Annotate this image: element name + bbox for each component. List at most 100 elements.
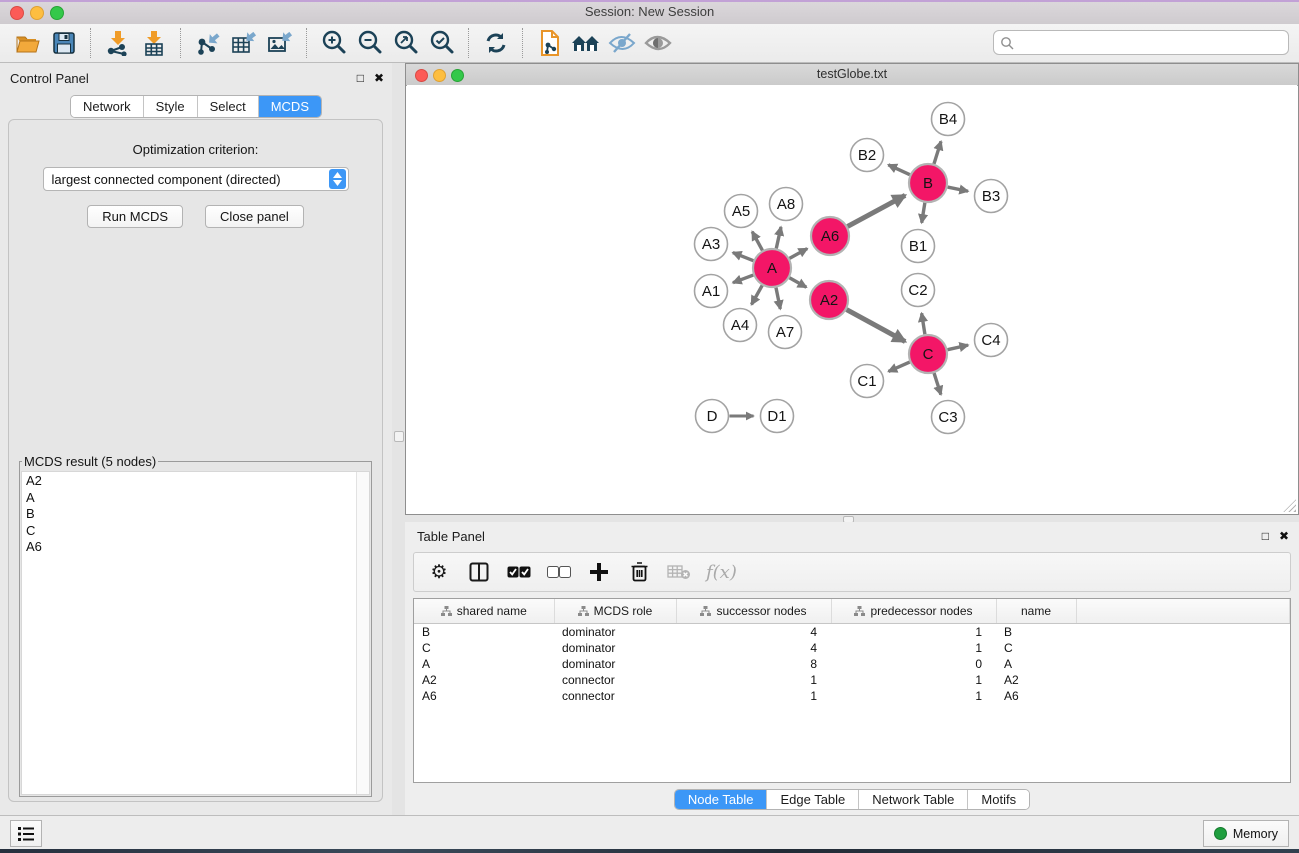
tab-network-table[interactable]: Network Table [859, 790, 968, 809]
refresh-layout-button[interactable] [478, 27, 514, 59]
import-table-button[interactable] [136, 27, 172, 59]
graph-node-B1[interactable]: B1 [902, 230, 935, 263]
graph-node-A3[interactable]: A3 [695, 228, 728, 261]
zoom-fit-button[interactable] [388, 27, 424, 59]
window-resize-grip[interactable] [1283, 499, 1296, 512]
graph-edge-A-A6[interactable] [790, 249, 808, 259]
graph-edge-A-A3[interactable] [733, 253, 754, 261]
optimization-criterion-select[interactable]: largest connected component (directed) [43, 167, 349, 191]
graph-node-D[interactable]: D [696, 400, 729, 433]
graph-node-A7[interactable]: A7 [769, 316, 802, 349]
tab-motifs[interactable]: Motifs [968, 790, 1029, 809]
import-network-button[interactable] [100, 27, 136, 59]
graph-edge-B-B3[interactable] [948, 187, 968, 191]
tab-network[interactable]: Network [71, 96, 144, 117]
network-canvas[interactable]: A5A8A6A3AA1A4A7A2B2BB4B3B1C2CC4C1C3DD1 [407, 85, 1297, 513]
col-name[interactable]: name [996, 599, 1076, 624]
mcds-result-item[interactable]: C [26, 523, 369, 540]
mcds-result-item[interactable]: A6 [26, 539, 369, 556]
graph-node-A[interactable]: A [753, 249, 791, 287]
graph-node-A6[interactable]: A6 [811, 217, 849, 255]
table-row[interactable]: Cdominator41C [414, 640, 1290, 656]
close-panel-icon[interactable]: ✖ [374, 72, 384, 84]
graph-node-C2[interactable]: C2 [902, 274, 935, 307]
node-table[interactable]: shared name MCDS role successor nodes pr… [413, 598, 1291, 783]
network-window-titlebar[interactable]: testGlobe.txt [406, 64, 1298, 86]
graph-edge-B-B4[interactable] [934, 141, 941, 163]
graph-edge-C-C4[interactable] [948, 345, 969, 350]
tab-node-table[interactable]: Node Table [675, 790, 768, 809]
graph-node-C1[interactable]: C1 [851, 365, 884, 398]
table-row[interactable]: Adominator80A [414, 656, 1290, 672]
save-session-button[interactable] [46, 27, 82, 59]
graph-edge-B-B2[interactable] [888, 165, 909, 175]
mcds-result-list[interactable]: A2ABCA6 [21, 471, 370, 795]
graph-node-B2[interactable]: B2 [851, 139, 884, 172]
graph-node-D1[interactable]: D1 [761, 400, 794, 433]
graph-edge-B-B1[interactable] [922, 203, 925, 223]
mcds-result-item[interactable]: A2 [26, 473, 369, 490]
graph-node-B[interactable]: B [909, 164, 947, 202]
bird-eye-view-button[interactable] [640, 27, 676, 59]
graph-edge-A-A5[interactable] [752, 232, 762, 251]
graph-node-C4[interactable]: C4 [975, 324, 1008, 357]
table-row[interactable]: A6connector11A6 [414, 688, 1290, 704]
mcds-result-item[interactable]: A [26, 490, 369, 507]
graph-edge-A2-C[interactable] [847, 310, 906, 342]
clone-network-button[interactable] [532, 27, 568, 59]
divider-grip[interactable] [394, 431, 404, 442]
mcds-result-item[interactable]: B [26, 506, 369, 523]
select-all-icon[interactable] [506, 559, 532, 585]
table-settings-gear-icon[interactable]: ⚙ [426, 559, 452, 585]
graph-node-A8[interactable]: A8 [770, 188, 803, 221]
export-table-button[interactable] [226, 27, 262, 59]
graph-edge-A-A2[interactable] [789, 278, 806, 287]
add-column-icon[interactable] [586, 559, 612, 585]
graph-node-B4[interactable]: B4 [932, 103, 965, 136]
table-row[interactable]: Bdominator41B [414, 624, 1290, 641]
show-hide-panels-button[interactable] [568, 27, 604, 59]
float-panel-icon[interactable]: □ [1262, 530, 1269, 542]
hide-graphics-details-button[interactable] [604, 27, 640, 59]
show-columns-icon[interactable] [466, 559, 492, 585]
close-panel-icon[interactable]: ✖ [1279, 530, 1289, 542]
graph-edge-A-A8[interactable] [776, 227, 781, 249]
zoom-selected-button[interactable] [424, 27, 460, 59]
graph-edge-C-C3[interactable] [934, 373, 941, 395]
vertical-split-divider[interactable] [392, 63, 405, 815]
col-shared-name[interactable]: shared name [414, 599, 554, 624]
graph-node-B3[interactable]: B3 [975, 180, 1008, 213]
graph-node-C[interactable]: C [909, 335, 947, 373]
float-panel-icon[interactable]: □ [357, 72, 364, 84]
col-successor-nodes[interactable]: successor nodes [676, 599, 831, 624]
graph-node-A1[interactable]: A1 [695, 275, 728, 308]
table-row[interactable]: A2connector11A2 [414, 672, 1290, 688]
zoom-in-button[interactable] [316, 27, 352, 59]
graph-node-C3[interactable]: C3 [932, 401, 965, 434]
graph-edge-C-C2[interactable] [922, 313, 925, 334]
graph-edge-C-C1[interactable] [888, 362, 909, 371]
graph-node-A5[interactable]: A5 [725, 195, 758, 228]
run-mcds-button[interactable]: Run MCDS [87, 205, 183, 228]
graph-edge-A-A7[interactable] [776, 288, 780, 309]
graph-edge-A-A4[interactable] [752, 285, 763, 304]
zoom-out-button[interactable] [352, 27, 388, 59]
tab-style[interactable]: Style [144, 96, 198, 117]
tab-edge-table[interactable]: Edge Table [767, 790, 859, 809]
tab-mcds[interactable]: MCDS [259, 96, 321, 117]
graph-edge-A6-B[interactable] [848, 195, 906, 226]
task-history-button[interactable] [10, 820, 42, 847]
col-predecessor-nodes[interactable]: predecessor nodes [831, 599, 996, 624]
tab-select[interactable]: Select [198, 96, 259, 117]
export-network-button[interactable] [190, 27, 226, 59]
deselect-all-icon[interactable] [546, 559, 572, 585]
search-input[interactable] [1014, 35, 1288, 50]
mcds-list-scrollbar[interactable] [356, 472, 369, 794]
close-panel-button[interactable]: Close panel [205, 205, 304, 228]
horizontal-split-divider[interactable] [405, 515, 1299, 522]
col-mcds-role[interactable]: MCDS role [554, 599, 676, 624]
delete-column-icon[interactable] [626, 559, 652, 585]
export-image-button[interactable] [262, 27, 298, 59]
search-field[interactable] [993, 30, 1289, 55]
graph-edge-A-A1[interactable] [733, 275, 753, 283]
